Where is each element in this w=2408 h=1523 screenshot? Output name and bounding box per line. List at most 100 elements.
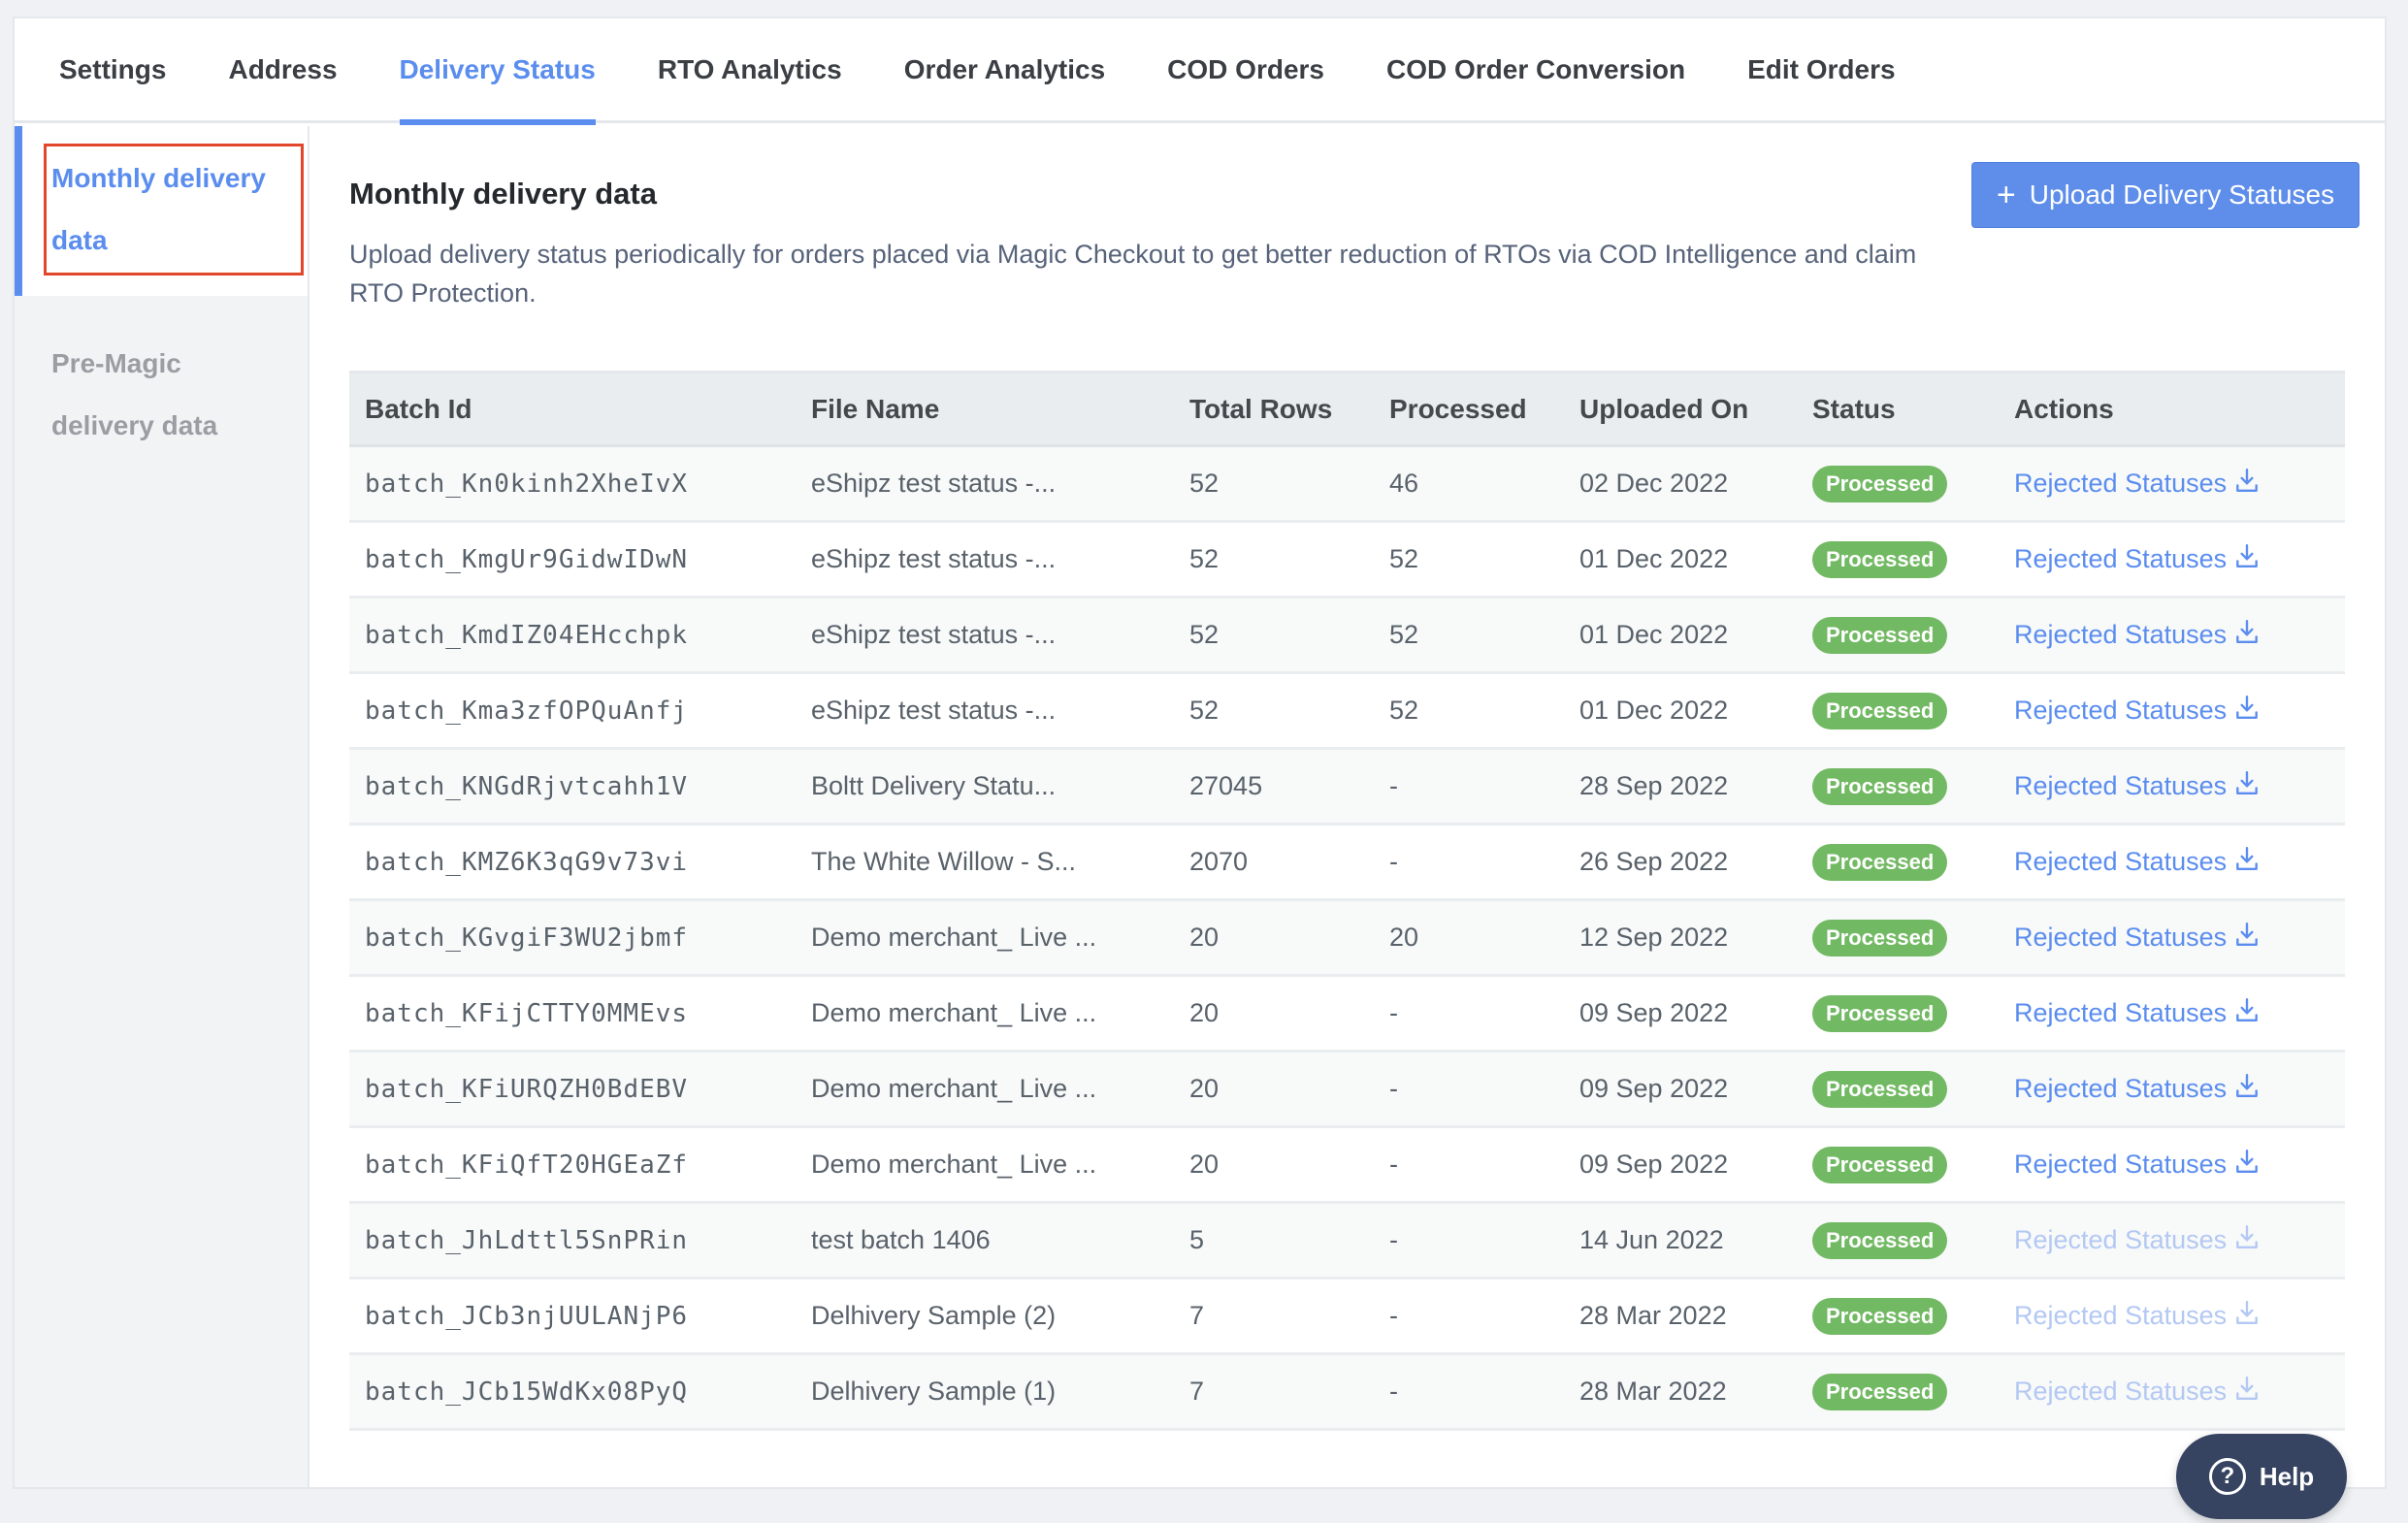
tab-address[interactable]: Address bbox=[228, 17, 337, 122]
rejected-statuses-label: Rejected Statuses bbox=[2014, 847, 2228, 876]
status-cell: Processed bbox=[1797, 446, 1999, 522]
actions-cell: Rejected Statuses bbox=[1999, 446, 2345, 522]
processed-cell: 52 bbox=[1389, 620, 1419, 649]
status-badge: Processed bbox=[1812, 919, 1948, 956]
status-cell: Processed bbox=[1797, 1127, 1999, 1203]
rejected-statuses-download-link[interactable]: Rejected Statuses bbox=[2014, 1072, 2260, 1106]
total-rows-cell: 2070 bbox=[1189, 847, 1249, 876]
actions-cell: Rejected Statuses bbox=[1999, 522, 2345, 598]
actions-cell: Rejected Statuses bbox=[1999, 900, 2345, 976]
total-rows-cell: 20 bbox=[1189, 923, 1220, 952]
batch-id-cell: batch_JCb3njUULANjP6 bbox=[365, 1301, 689, 1331]
sidebar-item-label: data bbox=[51, 225, 108, 255]
total-rows-cell: 5 bbox=[1189, 1225, 1205, 1254]
tab-order-analytics[interactable]: Order Analytics bbox=[904, 17, 1105, 122]
tab-cod-order-conversion[interactable]: COD Order Conversion bbox=[1386, 17, 1685, 122]
download-icon bbox=[2234, 921, 2260, 955]
rejected-statuses-download-link[interactable]: Rejected Statuses bbox=[2014, 921, 2260, 955]
tab-cod-orders[interactable]: COD Orders bbox=[1167, 17, 1324, 122]
settings-card: Settings Address Delivery Status RTO Analyt… bbox=[13, 16, 2387, 1489]
batch-id-cell: batch_JCb15WdKx08PyQ bbox=[365, 1377, 689, 1407]
tab-rto-analytics[interactable]: RTO Analytics bbox=[658, 17, 842, 122]
rejected-statuses-label: Rejected Statuses bbox=[2014, 771, 2228, 800]
status-badge: Processed bbox=[1812, 692, 1948, 729]
rejected-statuses-label: Rejected Statuses bbox=[2014, 620, 2228, 649]
total-rows-cell: 52 bbox=[1189, 620, 1220, 649]
download-icon bbox=[2234, 467, 2260, 501]
status-cell: Processed bbox=[1797, 976, 1999, 1052]
status-badge: Processed bbox=[1812, 843, 1948, 881]
question-circle-icon: ? bbox=[2208, 1458, 2246, 1495]
sidebar-item-label: Pre-Magic bbox=[51, 348, 181, 378]
actions-cell: Rejected Statuses bbox=[1999, 1127, 2345, 1203]
upload-delivery-statuses-button[interactable]: + Upload Delivery Statuses bbox=[1971, 162, 2359, 228]
download-icon bbox=[2234, 845, 2260, 879]
status-badge: Processed bbox=[1812, 1070, 1948, 1108]
status-badge: Processed bbox=[1812, 1221, 1948, 1259]
actions-cell: Rejected Statuses bbox=[1999, 825, 2345, 900]
rejected-statuses-download-link[interactable]: Rejected Statuses bbox=[2014, 467, 2260, 501]
total-rows-cell: 20 bbox=[1189, 1074, 1220, 1103]
rejected-statuses-download-link[interactable]: Rejected Statuses bbox=[2014, 769, 2260, 803]
column-header: Status bbox=[1812, 393, 1896, 424]
rejected-statuses-download-link[interactable]: Rejected Statuses bbox=[2014, 542, 2260, 576]
table-row: batch_Kn0kinh2XheIvX eShipz test status -… bbox=[349, 445, 2345, 522]
batch-id-cell: batch_Kma3zfOPQuAnfj bbox=[365, 696, 689, 726]
rejected-statuses-download-link[interactable]: Rejected Statuses bbox=[2014, 1375, 2260, 1409]
rejected-statuses-download-link[interactable]: Rejected Statuses bbox=[2014, 618, 2260, 652]
rejected-statuses-label: Rejected Statuses bbox=[2014, 1074, 2228, 1103]
table-header-row: Batch Id File Name Total Rows Processed Uplo… bbox=[349, 372, 2345, 446]
download-icon bbox=[2234, 1299, 2260, 1333]
status-cell: Processed bbox=[1797, 522, 1999, 598]
sidebar: Monthly delivery data Pre-Magic delivery… bbox=[15, 126, 309, 1487]
rejected-statuses-download-link[interactable]: Rejected Statuses bbox=[2014, 996, 2260, 1030]
download-icon bbox=[2234, 618, 2260, 652]
rejected-statuses-download-link[interactable]: Rejected Statuses bbox=[2014, 845, 2260, 879]
batch-id-cell: batch_KNGdRjvtcahh1V bbox=[365, 771, 689, 801]
file-name-cell: Demo merchant_ Live ... bbox=[811, 1074, 1097, 1103]
actions-cell: Rejected Statuses bbox=[1999, 598, 2345, 673]
status-badge: Processed bbox=[1812, 616, 1948, 654]
sidebar-item-monthly-delivery-data[interactable]: Monthly delivery data bbox=[15, 126, 308, 296]
download-icon bbox=[2234, 1375, 2260, 1409]
rejected-statuses-download-link[interactable]: Rejected Statuses bbox=[2014, 694, 2260, 728]
column-header: Actions bbox=[2014, 393, 2114, 424]
processed-cell: - bbox=[1389, 847, 1398, 876]
rejected-statuses-download-link[interactable]: Rejected Statuses bbox=[2014, 1148, 2260, 1182]
uploaded-on-cell: 01 Dec 2022 bbox=[1579, 544, 1729, 573]
file-name-cell: Delhivery Sample (1) bbox=[811, 1377, 1057, 1406]
plus-icon: + bbox=[1996, 177, 2016, 213]
uploaded-on-cell: 26 Sep 2022 bbox=[1579, 847, 1729, 876]
download-icon bbox=[2234, 769, 2260, 803]
rejected-statuses-label: Rejected Statuses bbox=[2014, 998, 2228, 1027]
column-header: File Name bbox=[811, 393, 940, 424]
download-icon bbox=[2234, 1148, 2260, 1182]
tab-edit-orders[interactable]: Edit Orders bbox=[1747, 17, 1895, 122]
table-row: batch_KFijCTTY0MMEvs Demo merchant_ Live … bbox=[349, 975, 2345, 1052]
rejected-statuses-download-link[interactable]: Rejected Statuses bbox=[2014, 1299, 2260, 1333]
processed-cell: - bbox=[1389, 1301, 1398, 1330]
help-button[interactable]: ? Help bbox=[2176, 1434, 2347, 1519]
table-row: batch_KFiQfT20HGEaZf Demo merchant_ Live … bbox=[349, 1126, 2345, 1203]
uploaded-on-cell: 28 Mar 2022 bbox=[1579, 1377, 1727, 1406]
total-rows-cell: 7 bbox=[1189, 1301, 1205, 1330]
status-cell: Processed bbox=[1797, 900, 1999, 976]
sidebar-item-label: Monthly delivery bbox=[51, 163, 266, 193]
tab-settings[interactable]: Settings bbox=[59, 17, 166, 122]
rejected-statuses-download-link[interactable]: Rejected Statuses bbox=[2014, 1223, 2260, 1257]
tab-delivery-status[interactable]: Delivery Status bbox=[399, 17, 597, 125]
processed-cell: - bbox=[1389, 771, 1398, 800]
batch-id-cell: batch_KmgUr9GidwIDwN bbox=[365, 544, 689, 574]
actions-cell: Rejected Statuses bbox=[1999, 1052, 2345, 1127]
status-cell: Processed bbox=[1797, 1279, 1999, 1354]
processed-cell: - bbox=[1389, 998, 1398, 1027]
download-icon bbox=[2234, 542, 2260, 576]
sidebar-item-pre-magic-delivery-data[interactable]: Pre-Magic delivery data bbox=[15, 296, 308, 457]
status-cell: Processed bbox=[1797, 598, 1999, 673]
total-rows-cell: 20 bbox=[1189, 1150, 1220, 1179]
status-cell: Processed bbox=[1797, 1052, 1999, 1127]
status-badge: Processed bbox=[1812, 1373, 1948, 1410]
processed-cell: - bbox=[1389, 1074, 1398, 1103]
status-badge: Processed bbox=[1812, 465, 1948, 502]
uploaded-on-cell: 14 Jun 2022 bbox=[1579, 1225, 1724, 1254]
